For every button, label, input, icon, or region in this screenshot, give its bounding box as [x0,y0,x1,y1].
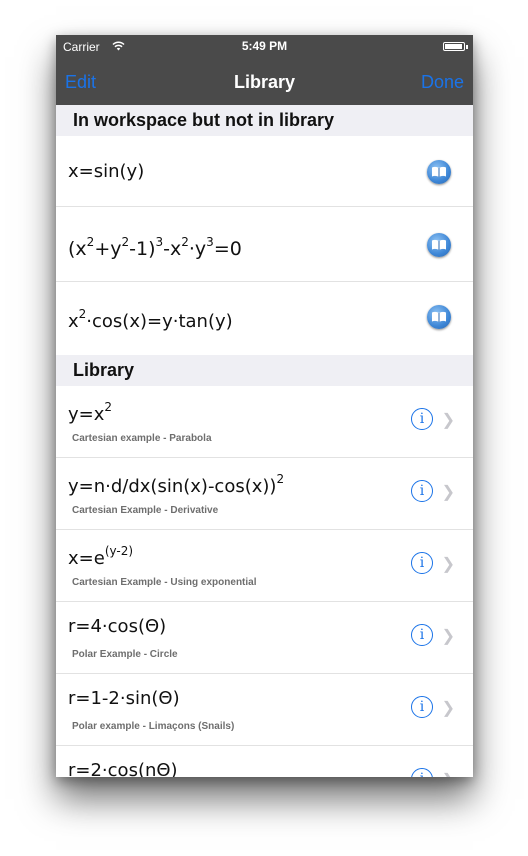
info-icon[interactable]: i [411,552,433,574]
status-bar: Carrier 5:49 PM [56,35,473,59]
add-to-library-button[interactable] [427,160,451,184]
formula: r=2·cos(nΘ) [68,760,178,777]
workspace-item[interactable]: x2·cos(x)=y·tan(y) [56,282,473,355]
chevron-right-icon: ❯ [441,412,455,429]
formula: x=e(y-2) [68,544,134,569]
done-button[interactable]: Done [421,72,464,93]
formula-description: Cartesian Example - Using exponential [72,577,257,588]
library-item[interactable]: r=4·cos(Θ) Polar Example - Circle i ❯ [56,602,473,674]
section-header-library: Library [56,355,473,386]
navigation-bar: Edit Library Done [56,59,473,105]
phone-screen: Carrier 5:49 PM Edit Library Done In wor… [56,35,473,777]
formula: r=1-2·sin(Θ) [68,688,180,709]
formula: (x2+y2-1)3-x2·y3=0 [68,235,242,260]
page-title: Library [233,72,296,92]
chevron-right-icon: ❯ [441,700,455,717]
formula-description: Cartesian Example - Derivative [72,505,219,516]
formula-description: Polar example - Limaçons (Snails) [72,721,235,732]
add-to-library-button[interactable] [427,233,451,257]
library-item[interactable]: y=x2 Cartesian example - Parabola i ❯ [56,386,473,458]
book-icon [432,311,446,322]
library-item[interactable]: r=2·cos(nΘ) i ❯ [56,746,473,777]
library-item[interactable]: r=1-2·sin(Θ) Polar example - Limaçons (S… [56,674,473,746]
library-item[interactable]: y=n·d/dx(sin(x)-cos(x))2 Cartesian Examp… [56,458,473,530]
info-icon[interactable]: i [411,768,433,777]
workspace-item[interactable]: x=sin(y) [56,136,473,207]
info-icon[interactable]: i [411,480,433,502]
chevron-right-icon: ❯ [441,484,455,501]
info-icon[interactable]: i [411,624,433,646]
chevron-right-icon: ❯ [441,556,455,573]
formula: r=4·cos(Θ) [68,616,167,637]
book-icon [432,239,446,250]
clock: 5:49 PM [241,39,288,53]
battery-icon [443,42,465,51]
formula: x=sin(y) [68,161,145,182]
battery-tip [466,45,468,49]
formula: y=x2 [68,400,113,425]
info-icon[interactable]: i [411,696,433,718]
formula-description: Cartesian example - Parabola [72,433,212,444]
library-list[interactable]: In workspace but not in library x=sin(y)… [56,105,473,777]
info-icon[interactable]: i [411,408,433,430]
workspace-item[interactable]: (x2+y2-1)3-x2·y3=0 [56,207,473,282]
add-to-library-button[interactable] [427,305,451,329]
formula-description: Polar Example - Circle [72,649,178,660]
formula: x2·cos(x)=y·tan(y) [68,307,233,332]
chevron-right-icon: ❯ [442,770,455,777]
formula: y=n·d/dx(sin(x)-cos(x))2 [68,472,285,497]
section-header-workspace: In workspace but not in library [56,105,473,136]
book-icon [432,166,446,177]
library-item[interactable]: x=e(y-2) Cartesian Example - Using expon… [56,530,473,602]
chevron-right-icon: ❯ [441,628,455,645]
